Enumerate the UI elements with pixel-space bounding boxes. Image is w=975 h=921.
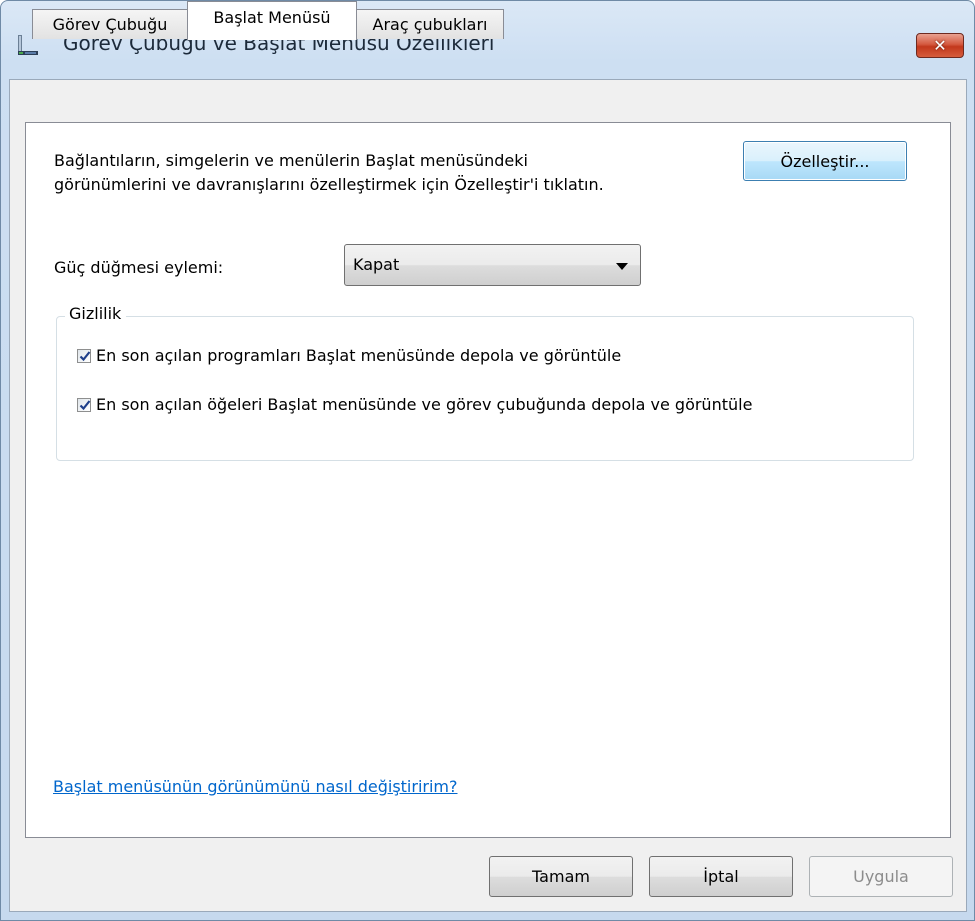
cancel-button[interactable]: İptal	[649, 856, 793, 897]
checkmark-icon	[79, 350, 91, 361]
tab-label: Başlat Menüsü	[213, 8, 331, 27]
power-button-label: Güç düğmesi eylemi:	[54, 258, 224, 277]
tab-taskbar[interactable]: Görev Çubuğu	[32, 9, 188, 39]
chevron-down-icon	[616, 263, 628, 270]
dialog-window: Görev Çubuğu ve Başlat Menüsü Özellikler…	[0, 0, 975, 921]
tab-label: Görev Çubuğu	[52, 15, 168, 34]
customize-button[interactable]: Özelleştir...	[743, 141, 907, 181]
close-icon: ✕	[933, 36, 947, 55]
ok-button[interactable]: Tamam	[489, 856, 633, 897]
recent-programs-label: En son açılan programları Başlat menüsün…	[96, 346, 622, 365]
apply-button[interactable]: Uygula	[809, 856, 953, 897]
checkmark-icon	[79, 399, 91, 410]
recent-programs-option[interactable]: En son açılan programları Başlat menüsün…	[77, 346, 621, 365]
recent-programs-checkbox[interactable]	[77, 348, 91, 363]
close-button[interactable]: ✕	[916, 33, 964, 58]
description-text: Bağlantıların, simgelerin ve menülerin B…	[54, 149, 604, 197]
privacy-group-title: Gizlilik	[65, 304, 127, 323]
recent-items-option[interactable]: En son açılan öğeleri Başlat menüsünde v…	[77, 395, 752, 414]
power-action-value: Kapat	[353, 255, 400, 274]
power-action-select[interactable]: Kapat	[344, 244, 641, 286]
tab-start-menu[interactable]: Başlat Menüsü	[187, 1, 357, 40]
recent-items-checkbox[interactable]	[77, 397, 91, 412]
tab-label: Araç çubukları	[372, 15, 488, 34]
tab-toolbars[interactable]: Araç çubukları	[356, 9, 504, 39]
help-link[interactable]: Başlat menüsünün görünümünü nasıl değişt…	[53, 777, 458, 796]
tab-panel	[25, 122, 951, 838]
description-line: Bağlantıların, simgelerin ve menülerin B…	[54, 151, 528, 170]
description-line: görünümlerini ve davranışlarını özelleşt…	[54, 175, 604, 194]
privacy-groupbox	[56, 316, 914, 461]
recent-items-label: En son açılan öğeleri Başlat menüsünde v…	[96, 395, 753, 414]
